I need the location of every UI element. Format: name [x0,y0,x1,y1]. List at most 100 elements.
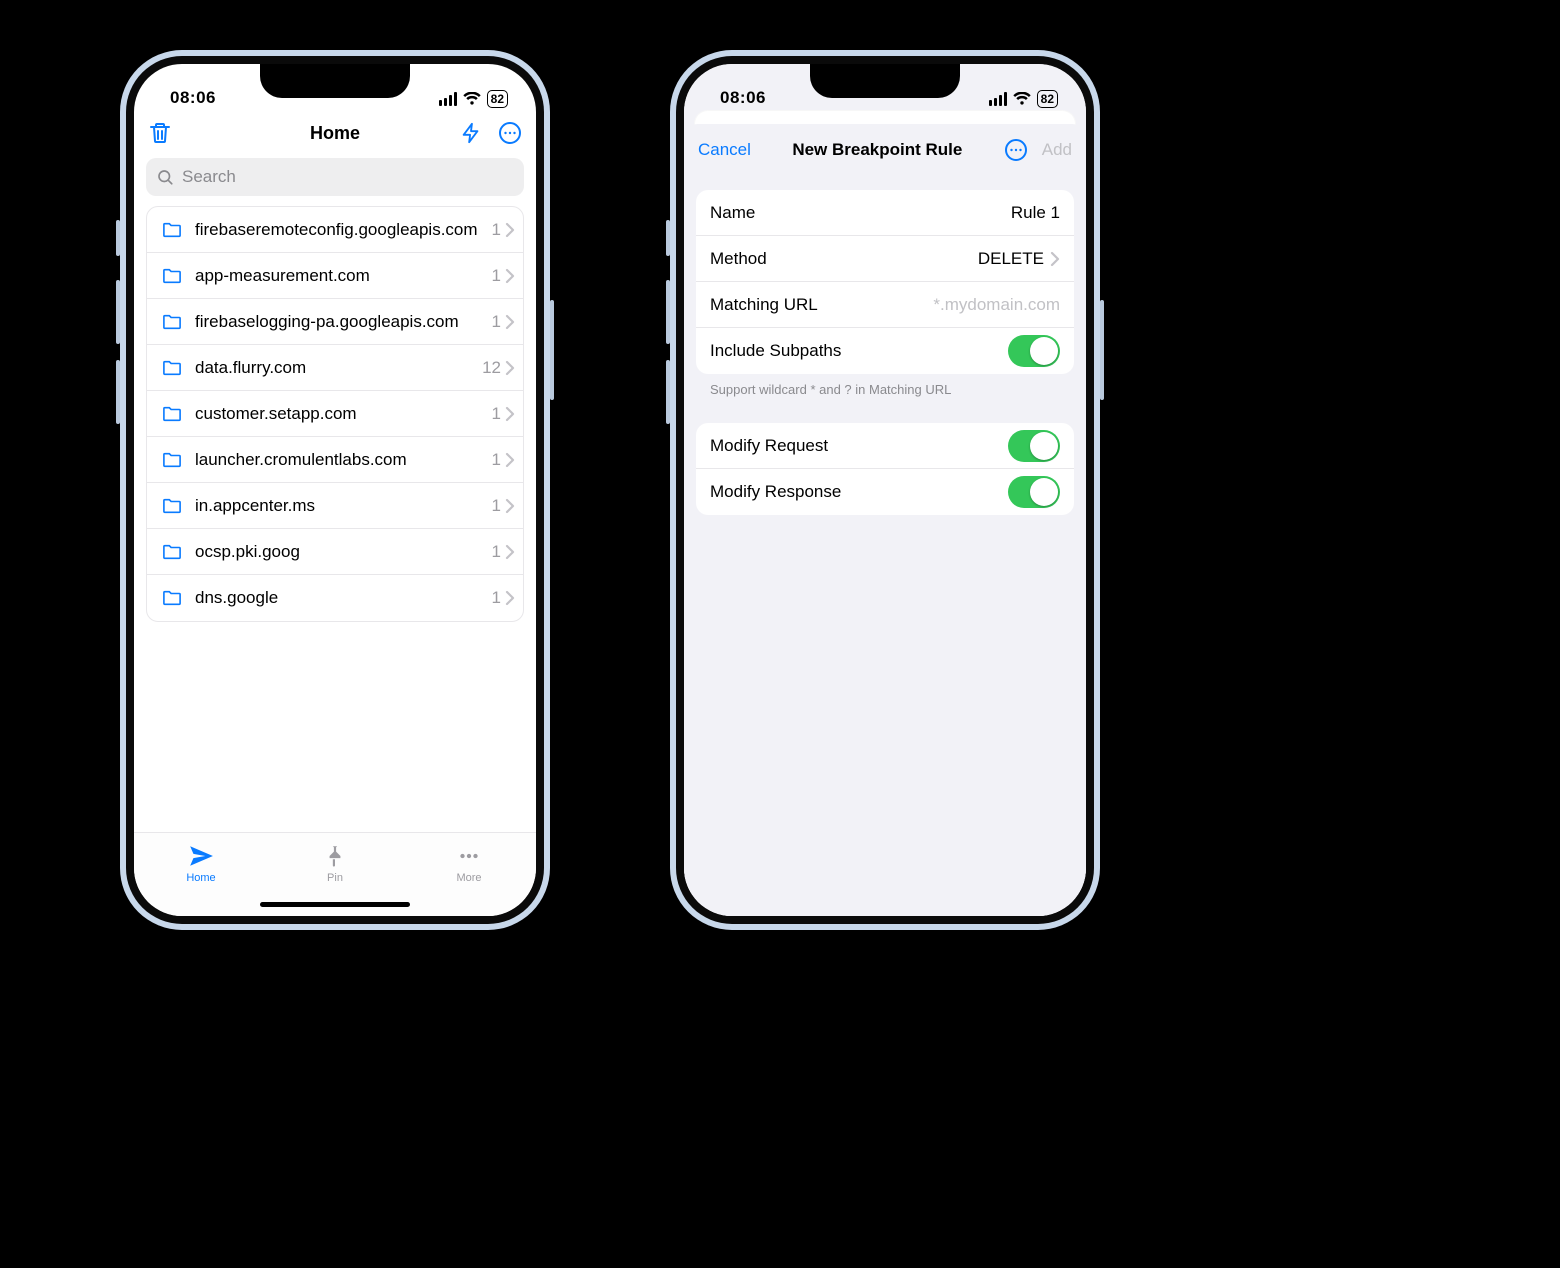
chevron-right-icon [505,452,515,468]
folder-icon [161,313,183,331]
list-item-label: app-measurement.com [195,266,488,286]
phone-right: 08:06 82 Cancel New Breakpoint Rule Add [670,50,1100,930]
form-group-modify: Modify Request Modify Response [696,423,1074,515]
toggle-modify-response[interactable] [1008,476,1060,508]
status-time: 08:06 [720,88,766,108]
pin-icon [322,843,348,869]
row-modify-request: Modify Request [696,423,1074,469]
row-name[interactable]: Name Rule 1 [696,190,1074,236]
list-item-label: firebaselogging-pa.googleapis.com [195,312,488,332]
list-item[interactable]: app-measurement.com 1 [147,253,523,299]
form-group-rule: Name Rule 1 Method DELETE Matching URL *… [696,190,1074,374]
list-item[interactable]: firebaseremoteconfig.googleapis.com 1 [147,207,523,253]
list-item-label: dns.google [195,588,488,608]
folder-icon [161,267,183,285]
folder-icon [161,221,183,239]
chevron-right-icon [505,498,515,514]
more-options-icon[interactable] [1004,138,1028,162]
status-time: 08:06 [170,88,216,108]
chevron-right-icon [505,314,515,330]
tab-label: Pin [327,872,343,884]
list-item-count: 1 [492,496,501,516]
list-item-label: firebaseremoteconfig.googleapis.com [195,220,488,240]
toggle-include-subpaths[interactable] [1008,335,1060,367]
cellular-icon [439,92,457,106]
folder-icon [161,359,183,377]
name-value: Rule 1 [1011,203,1060,223]
folder-icon [161,405,183,423]
chevron-right-icon [505,222,515,238]
tab-label: More [456,872,481,884]
cellular-icon [989,92,1007,106]
list-item-count: 12 [482,358,501,378]
wifi-icon [463,92,481,106]
list-item[interactable]: data.flurry.com 12 [147,345,523,391]
folder-icon [161,589,183,607]
field-label: Name [710,203,1011,223]
method-value: DELETE [978,249,1044,269]
row-include-subpaths: Include Subpaths [696,328,1074,374]
folder-icon [161,543,183,561]
search-icon [156,168,174,186]
chevron-right-icon [505,406,515,422]
screen-breakpoint-rule: 08:06 82 Cancel New Breakpoint Rule Add [684,64,1086,916]
sheet-nav: Cancel New Breakpoint Rule Add [684,124,1086,176]
list-item[interactable]: customer.setapp.com 1 [147,391,523,437]
field-label: Matching URL [710,295,933,315]
paper-plane-icon [188,843,214,869]
row-modify-response: Modify Response [696,469,1074,515]
list-item[interactable]: dns.google 1 [147,575,523,621]
chevron-right-icon [505,590,515,606]
ellipsis-icon [456,843,482,869]
list-item-count: 1 [492,404,501,424]
battery-icon: 82 [1037,90,1058,108]
search-input[interactable]: Search [146,158,524,196]
bolt-icon[interactable] [460,122,482,144]
list-item-count: 1 [492,450,501,470]
list-item[interactable]: in.appcenter.ms 1 [147,483,523,529]
more-options-icon[interactable] [498,121,522,145]
notch [810,64,960,98]
list-item-count: 1 [492,542,501,562]
list-item-count: 1 [492,312,501,332]
list-item[interactable]: ocsp.pki.goog 1 [147,529,523,575]
search-placeholder: Search [182,167,236,187]
field-label: Modify Response [710,482,1008,502]
field-label: Modify Request [710,436,1008,456]
trash-icon[interactable] [148,121,172,145]
wildcard-note: Support wildcard * and ? in Matching URL [710,382,1060,397]
field-label: Include Subpaths [710,341,1008,361]
cancel-button[interactable]: Cancel [698,140,751,160]
page-title: Home [310,123,360,144]
list-item[interactable]: firebaselogging-pa.googleapis.com 1 [147,299,523,345]
url-placeholder: *.mydomain.com [933,295,1060,315]
list-item-label: data.flurry.com [195,358,478,378]
row-matching-url[interactable]: Matching URL *.mydomain.com [696,282,1074,328]
list-item-label: ocsp.pki.goog [195,542,488,562]
sheet-title: New Breakpoint Rule [792,140,962,160]
host-list: firebaseremoteconfig.googleapis.com 1 ap… [146,206,524,622]
folder-icon [161,451,183,469]
toggle-modify-request[interactable] [1008,430,1060,462]
tab-label: Home [186,872,215,884]
chevron-right-icon [505,544,515,560]
home-indicator[interactable] [260,902,410,907]
list-item-count: 1 [492,220,501,240]
row-method[interactable]: Method DELETE [696,236,1074,282]
list-item[interactable]: launcher.cromulentlabs.com 1 [147,437,523,483]
modal-sheet: Cancel New Breakpoint Rule Add Name Rule… [684,124,1086,916]
tab-home[interactable]: Home [134,833,268,916]
list-item-label: in.appcenter.ms [195,496,488,516]
folder-icon [161,497,183,515]
list-item-label: customer.setapp.com [195,404,488,424]
notch [260,64,410,98]
chevron-right-icon [1050,251,1060,267]
add-button[interactable]: Add [1042,140,1072,160]
battery-icon: 82 [487,90,508,108]
wifi-icon [1013,92,1031,106]
phone-left: 08:06 82 Home [120,50,550,930]
tab-more[interactable]: More [402,833,536,916]
list-item-count: 1 [492,588,501,608]
list-item-label: launcher.cromulentlabs.com [195,450,488,470]
chevron-right-icon [505,268,515,284]
